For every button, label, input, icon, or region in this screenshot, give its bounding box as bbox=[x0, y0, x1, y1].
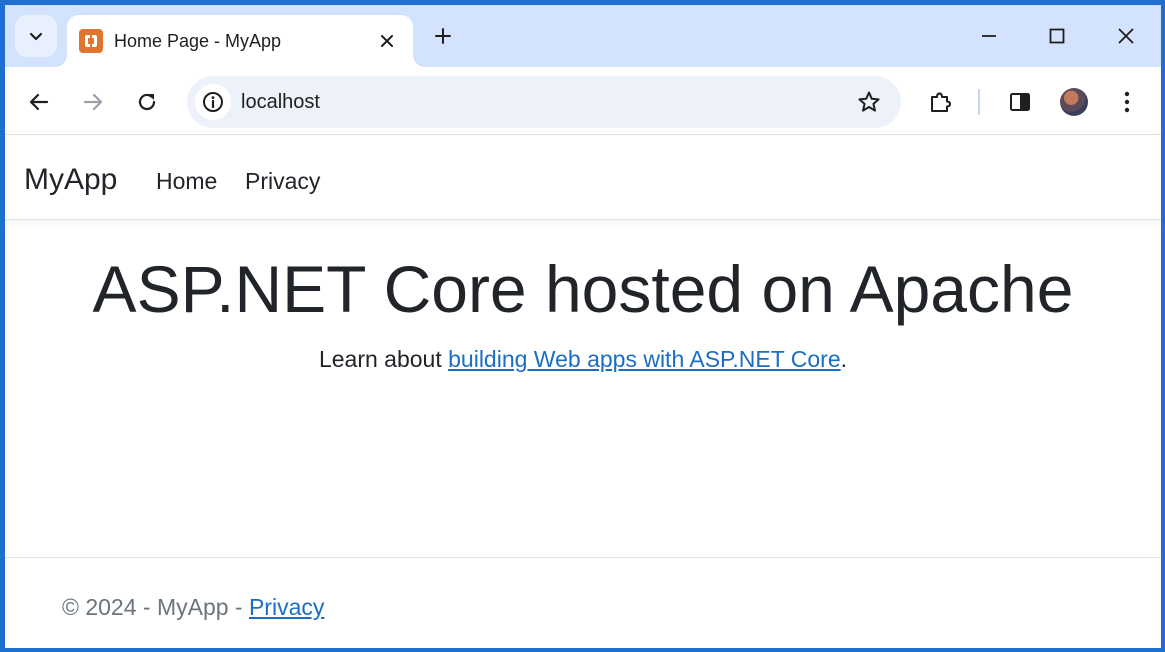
side-panel-icon[interactable] bbox=[1003, 85, 1037, 119]
xampp-icon bbox=[79, 29, 103, 53]
nav-link-privacy[interactable]: Privacy bbox=[245, 168, 320, 195]
forward-arrow-icon[interactable] bbox=[76, 85, 110, 119]
address-bar[interactable]: localhost bbox=[187, 76, 901, 128]
aspnet-docs-link[interactable]: building Web apps with ASP.NET Core bbox=[448, 346, 841, 372]
site-navbar: MyApp Home Privacy bbox=[5, 136, 1161, 220]
back-arrow-icon[interactable] bbox=[22, 85, 56, 119]
footer-text: © 2024 - MyApp - Privacy bbox=[62, 594, 324, 621]
toolbar-divider bbox=[978, 89, 980, 115]
url-text[interactable]: localhost bbox=[241, 91, 320, 114]
page-heading: ASP.NET Core hosted on Apache bbox=[92, 252, 1074, 326]
plus-icon[interactable] bbox=[429, 22, 457, 50]
star-icon[interactable] bbox=[855, 88, 883, 116]
tab-strip: Home Page - MyApp bbox=[5, 5, 1161, 67]
profile-avatar[interactable] bbox=[1060, 88, 1088, 116]
tab-search-button[interactable] bbox=[15, 15, 57, 57]
kebab-menu-icon[interactable] bbox=[1110, 85, 1144, 119]
footer-privacy-link[interactable]: Privacy bbox=[249, 594, 324, 620]
site-footer: © 2024 - MyApp - Privacy bbox=[5, 557, 1161, 648]
minimize-icon[interactable] bbox=[972, 19, 1006, 53]
puzzle-icon[interactable] bbox=[923, 85, 957, 119]
browser-window: Home Page - MyApp localhost MyApp Home P… bbox=[5, 5, 1161, 648]
copyright-text: © 2024 - MyApp - bbox=[62, 594, 249, 620]
maximize-icon[interactable] bbox=[1040, 19, 1074, 53]
reload-icon[interactable] bbox=[130, 85, 164, 119]
browser-toolbar: localhost bbox=[5, 67, 1161, 135]
info-icon[interactable] bbox=[195, 84, 231, 120]
learn-prefix: Learn about bbox=[318, 346, 449, 372]
chevron-down-icon bbox=[29, 32, 43, 41]
brand-link[interactable]: MyApp bbox=[24, 163, 117, 197]
close-window-icon[interactable] bbox=[1109, 19, 1143, 53]
learn-suffix: . bbox=[840, 346, 848, 372]
web-page: MyApp Home Privacy ASP.NET Core hosted o… bbox=[5, 136, 1161, 648]
close-icon[interactable] bbox=[375, 29, 399, 53]
nav-link-home[interactable]: Home bbox=[156, 168, 217, 195]
learn-paragraph: Learn about building Web apps with ASP.N… bbox=[5, 346, 1161, 373]
tab-home-page[interactable]: Home Page - MyApp bbox=[67, 15, 413, 67]
tab-title: Home Page - MyApp bbox=[114, 31, 282, 51]
